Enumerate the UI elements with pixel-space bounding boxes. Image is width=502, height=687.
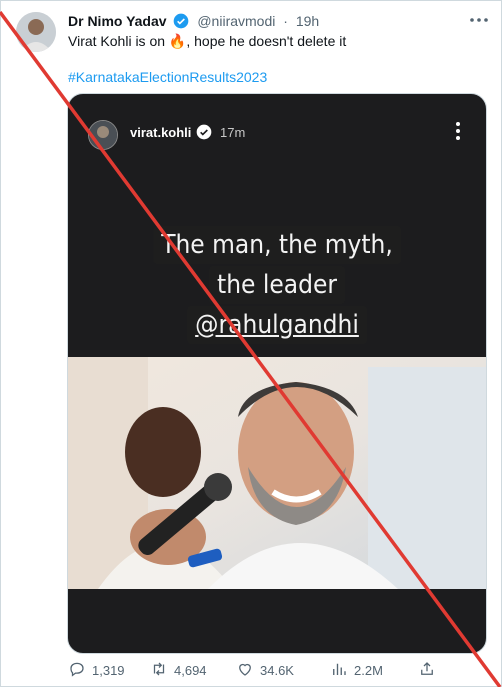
share-button[interactable] xyxy=(418,660,436,680)
story-screenshot[interactable]: virat.kohli 17m The man, the myth, the l… xyxy=(67,93,487,654)
story-caption-line-1: The man, the myth, xyxy=(153,226,401,264)
story-time: 17m xyxy=(220,125,246,140)
verified-badge-icon xyxy=(173,13,189,33)
hashtag-link[interactable]: #KarnatakaElectionResults2023 xyxy=(68,68,267,87)
like-count: 34.6K xyxy=(260,662,294,678)
more-options-icon[interactable] xyxy=(467,10,491,30)
reply-icon xyxy=(68,660,86,681)
like-icon xyxy=(236,660,254,681)
author-handle[interactable]: @niiravmodi xyxy=(197,13,275,29)
reply-count: 1,319 xyxy=(92,662,125,678)
time-separator: · xyxy=(283,13,288,29)
tweet-text-part1: Virat Kohli is on xyxy=(68,33,169,49)
retweet-button[interactable]: 4,694 xyxy=(150,660,207,680)
avatar-image xyxy=(16,12,56,52)
share-icon xyxy=(418,660,436,681)
retweet-icon xyxy=(150,660,168,681)
author-avatar[interactable] xyxy=(16,12,56,52)
story-avatar xyxy=(88,120,118,150)
story-photo xyxy=(68,357,486,589)
views-icon xyxy=(330,660,348,681)
retweet-count: 4,694 xyxy=(174,662,207,678)
views-button[interactable]: 2.2M xyxy=(330,660,383,680)
story-caption-line-3: @rahulgandhi xyxy=(187,306,367,344)
fire-emoji: 🔥 xyxy=(168,33,187,49)
tweet-time[interactable]: 19h xyxy=(296,13,319,29)
tweet-text-part2: , hope he doesn't delete it xyxy=(186,33,347,49)
tweet-actions: 1,319 4,694 34.6K 2.2M xyxy=(0,660,502,684)
reply-button[interactable]: 1,319 xyxy=(68,660,125,680)
tweet-text: Virat Kohli is on 🔥, hope he doesn't del… xyxy=(68,32,346,51)
story-verified-icon xyxy=(196,124,212,145)
story-caption-line-2: the leader xyxy=(209,266,345,304)
author-name[interactable]: Dr Nimo Yadav xyxy=(68,13,167,29)
like-button[interactable]: 34.6K xyxy=(236,660,294,680)
tweet-header: Dr Nimo Yadav @niiravmodi · 19h xyxy=(68,12,319,33)
story-username: virat.kohli xyxy=(130,125,192,140)
story-more-icon xyxy=(454,120,462,142)
view-count: 2.2M xyxy=(354,662,383,678)
